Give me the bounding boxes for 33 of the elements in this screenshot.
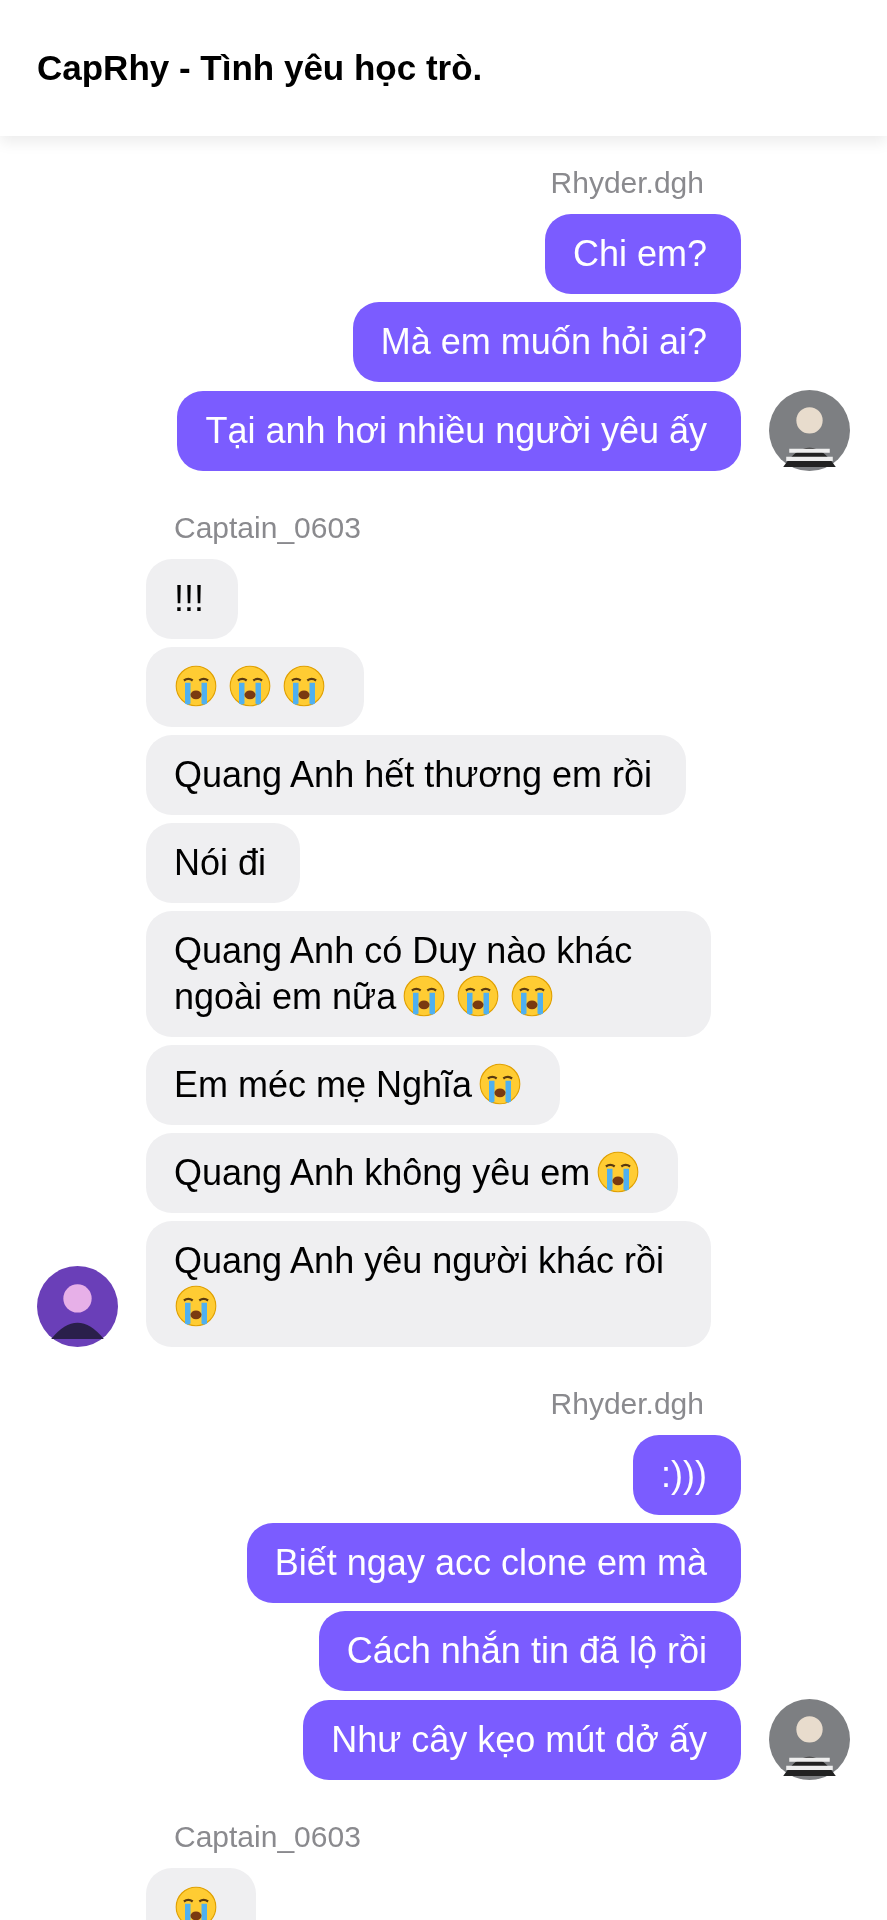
message-bubble[interactable]: Quang Anh không yêu em xyxy=(146,1133,679,1213)
crying-face-icon xyxy=(228,664,272,708)
crying-face-icon xyxy=(456,974,501,1018)
message-bubble[interactable]: Chi em? xyxy=(544,214,741,294)
crying-face-icon xyxy=(402,974,447,1018)
crying-face-icon xyxy=(174,664,218,708)
message-bubble[interactable]: Nói đi xyxy=(146,823,301,903)
sender-name: Captain_0603 xyxy=(174,511,361,545)
message-bubble[interactable]: Cách nhắn tin đã lộ rồi xyxy=(318,1611,741,1691)
message-bubble[interactable] xyxy=(146,647,364,727)
message-bubble[interactable]: Quang Anh hết thương em rồi xyxy=(146,735,686,815)
sender-name: Captain_0603 xyxy=(174,1820,361,1854)
message-bubble[interactable]: !!! xyxy=(146,559,238,639)
crying-face-icon xyxy=(510,974,555,1018)
message-bubble[interactable]: Như cây kẹo mút dở ấy xyxy=(303,1700,741,1780)
crying-face-icon xyxy=(596,1150,641,1194)
crying-face-icon xyxy=(282,664,326,708)
crying-face-icon xyxy=(174,1284,218,1328)
crying-face-icon xyxy=(174,1885,218,1920)
message-bubble[interactable]: Quang Anh có Duy nào khác ngoài em nữa xyxy=(146,911,711,1037)
message-bubble[interactable]: Biết ngay acc clone em mà xyxy=(246,1523,741,1603)
chat-title: CapRhy - Tình yêu học trò. xyxy=(37,48,483,88)
avatar-icon[interactable] xyxy=(769,390,850,471)
avatar-icon[interactable] xyxy=(769,1699,850,1780)
avatar-icon[interactable] xyxy=(37,1266,118,1347)
sender-name: Rhyder.dgh xyxy=(550,1387,704,1421)
sender-name: Rhyder.dgh xyxy=(550,166,704,200)
message-bubble[interactable]: Em méc mẹ Nghĩa xyxy=(146,1045,561,1125)
crying-face-icon xyxy=(478,1062,523,1106)
message-bubble[interactable]: Quang Anh yêu người khác rồi xyxy=(146,1221,711,1347)
message-bubble[interactable]: Tại anh hơi nhiều người yêu ấy xyxy=(177,391,741,471)
message-bubble[interactable]: :))) xyxy=(633,1435,741,1515)
message-bubble[interactable]: Mà em muốn hỏi ai? xyxy=(352,302,741,382)
